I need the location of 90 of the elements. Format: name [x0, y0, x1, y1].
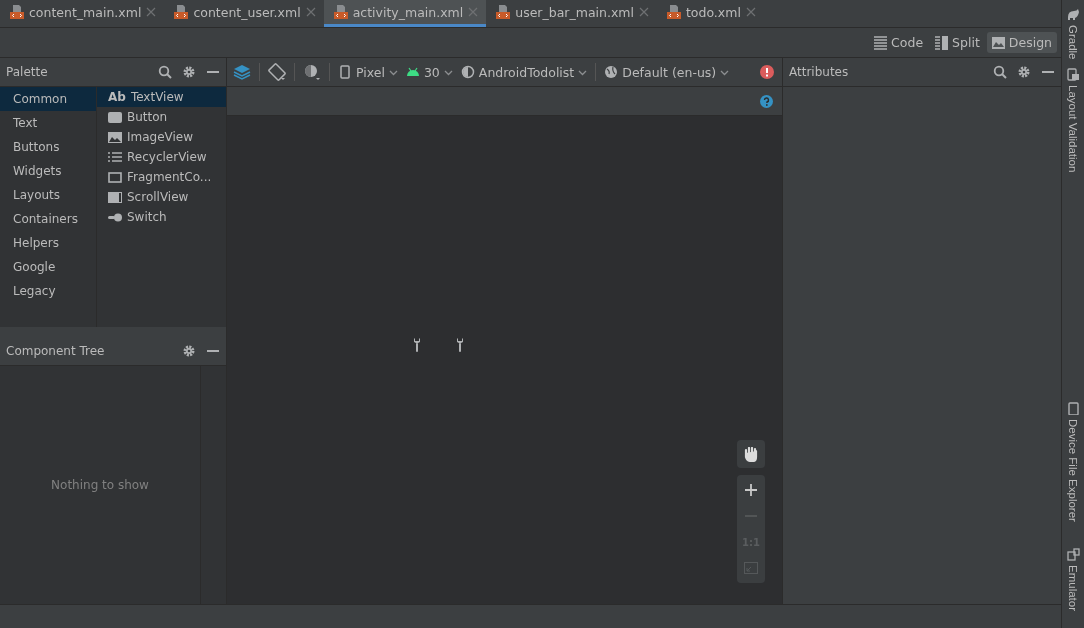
hand-icon	[744, 446, 758, 462]
file-tab[interactable]: activity_main.xml	[323, 0, 487, 27]
fit-screen-icon	[744, 562, 758, 574]
palette-category[interactable]: Layouts	[0, 183, 96, 207]
xml-file-icon	[333, 5, 348, 19]
view-mode-button[interactable]: Design	[986, 32, 1057, 53]
device-dropdown[interactable]: Pixel	[338, 64, 398, 80]
api-dropdown[interactable]: 30	[405, 64, 453, 80]
caret-icon	[578, 68, 588, 76]
scroll-icon	[108, 190, 122, 204]
settings-icon[interactable]	[1017, 65, 1031, 79]
settings-icon[interactable]	[182, 65, 196, 79]
palette-category[interactable]: Google	[0, 255, 96, 279]
palette-category[interactable]: Widgets	[0, 159, 96, 183]
palette-category[interactable]: Common	[0, 87, 96, 111]
close-icon	[146, 7, 157, 17]
file-tab[interactable]: content_main.xml	[0, 0, 165, 27]
button-icon	[108, 110, 122, 124]
palette-category[interactable]: Containers	[0, 207, 96, 231]
palette-widget[interactable]: Button	[97, 107, 226, 127]
search-icon[interactable]	[158, 65, 172, 79]
search-icon[interactable]	[993, 65, 1007, 79]
code-view-icon	[874, 35, 888, 50]
tool-window-button[interactable]: Emulator	[1066, 539, 1080, 611]
close-icon	[638, 7, 649, 17]
widget-label: ImageView	[127, 130, 194, 144]
palette-widget[interactable]: ScrollView	[97, 187, 226, 207]
caret-icon	[443, 68, 453, 76]
error-icon[interactable]	[760, 65, 774, 79]
tool-window-button[interactable]: Layout Validation	[1066, 59, 1080, 172]
image-icon	[108, 130, 122, 144]
palette-category[interactable]: Helpers	[0, 231, 96, 255]
close-icon	[305, 7, 316, 17]
file-tab[interactable]: content_user.xml	[164, 0, 324, 27]
caret-icon	[720, 68, 730, 76]
file-tab[interactable]: user_bar_main.xml	[486, 0, 657, 27]
widget-label: Switch	[127, 210, 167, 224]
widget-label: RecyclerView	[127, 150, 207, 164]
phone-icon	[1066, 401, 1080, 415]
widget-label: FragmentCo...	[127, 170, 212, 184]
layers-icon[interactable]	[233, 64, 251, 80]
help-icon[interactable]	[760, 94, 773, 108]
wrench-icon	[456, 338, 464, 352]
robot-icon	[405, 65, 420, 79]
design-view-icon	[991, 35, 1005, 50]
tool-window-button[interactable]: Device File Explorer	[1066, 393, 1080, 522]
widget-label: ScrollView	[127, 190, 189, 204]
palette-category[interactable]: Buttons	[0, 135, 96, 159]
palette-category[interactable]: Legacy	[0, 279, 96, 303]
empty-message: Nothing to show	[51, 478, 149, 492]
palette-widget[interactable]: ImageView	[97, 127, 226, 147]
device-check-icon	[1066, 67, 1080, 81]
wrench-icon	[413, 338, 421, 352]
list-icon	[108, 150, 122, 164]
contrast-icon	[460, 65, 475, 79]
palette-widget[interactable]: Ab TextView	[97, 87, 226, 107]
devices-icon	[1066, 547, 1080, 561]
pan-button[interactable]	[737, 440, 765, 468]
xml-file-icon	[174, 5, 189, 19]
widget-glyph: Ab	[108, 90, 126, 104]
elephant-icon	[1066, 8, 1080, 21]
close-icon	[745, 7, 756, 17]
xml-file-icon	[10, 5, 24, 19]
widget-label: TextView	[130, 90, 184, 104]
widget-label: Button	[127, 110, 168, 124]
theme-dropdown[interactable]: AndroidTodolist	[460, 64, 588, 80]
settings-icon[interactable]	[182, 344, 196, 358]
palette-widget[interactable]: RecyclerView	[97, 147, 226, 167]
panel-title: Palette	[6, 65, 49, 79]
xml-file-icon	[666, 5, 681, 19]
locale-dropdown[interactable]: Default (en-us)	[604, 64, 730, 80]
close-icon	[468, 7, 479, 17]
palette-category[interactable]: Text	[0, 111, 96, 135]
view-mode-button[interactable]: Code	[869, 32, 929, 53]
view-mode-button[interactable]: Split	[930, 32, 985, 53]
tool-window-button[interactable]: Gradle	[1066, 0, 1080, 60]
xml-file-icon	[496, 5, 511, 19]
split-view-icon	[935, 35, 949, 50]
panel-title: Attributes	[789, 65, 850, 79]
palette-widget[interactable]: FragmentCo...	[97, 167, 226, 187]
frame-icon	[108, 170, 122, 184]
rotate-icon[interactable]	[268, 63, 286, 81]
plus-icon	[745, 484, 757, 496]
palette-widget[interactable]: Switch	[97, 207, 226, 227]
file-tab[interactable]: todo.xml	[656, 0, 764, 27]
panel-title: Component Tree	[6, 344, 106, 358]
globe-icon	[604, 65, 619, 79]
caret-icon	[388, 68, 398, 76]
theme-icon[interactable]	[303, 63, 321, 81]
phone-icon	[338, 65, 352, 79]
